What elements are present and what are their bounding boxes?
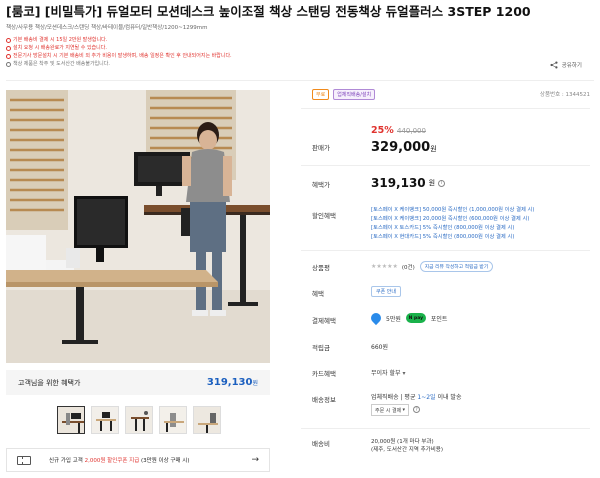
thumbnail[interactable] (193, 406, 221, 434)
product-number: 상품번호 : 1344521 (539, 92, 590, 98)
shipping-fee-label: 배송비 (312, 440, 330, 448)
benefit-price: 319,130 원 i (371, 176, 446, 190)
divider (6, 80, 594, 81)
divider (301, 428, 590, 429)
delivery-info: 업체직배송 | 평균 1~2일 이내 발송 (371, 394, 462, 401)
notice-item: 설치 요청 시 배송완료가 지연될 수 있습니다. (6, 44, 232, 52)
write-review-button[interactable]: 지금 리뷰 작성하고 적립금 받기 (419, 261, 494, 272)
alert-icon (6, 61, 11, 67)
shipping-fee: 20,000원 (1개 마다 부과) (제주, 도서산간 지역 추가비용) (371, 439, 444, 453)
star-icon: ★★★★★ (371, 263, 398, 270)
payment-benefit-label: 결제혜택 (312, 317, 336, 325)
sale-price-label: 판매가 (312, 144, 330, 152)
card-discount-item[interactable]: [토스페이 X 현대카드] 5% 즉시할인 (800,000원 이상 결제 시) (371, 233, 534, 242)
rating-label: 상품평 (312, 264, 330, 272)
chevron-down-icon: ▾ (402, 370, 406, 377)
help-icon[interactable]: ? (413, 406, 420, 413)
page-title: [룸코] [비밀특가] 듀얼모터 모션데스크 높이조절 책상 스탠딩 전동책상 … (6, 4, 531, 19)
points-label: 적립금 (312, 344, 330, 352)
product-main-image[interactable] (6, 90, 270, 363)
divider (301, 165, 590, 166)
coupon-info-button[interactable]: 쿠폰 안내 (371, 286, 401, 297)
naverpay-logo-icon: N pay (405, 313, 426, 323)
alert-icon (6, 53, 11, 59)
notice-list: 기본 배송비 결제 시 15일 2만원 발생합니다. 설치 요청 시 배송완료가… (6, 36, 232, 68)
discount-rate: 25% (371, 125, 394, 136)
points-value: 660원 (371, 344, 388, 351)
notice-item: 전문기사 방문설치 시 기본 배송비 외 추가 비용이 발생하며, 배송 일정은… (6, 52, 232, 60)
rating: ★★★★★ (0건) 지금 리뷰 작성하고 적립금 받기 (371, 261, 494, 272)
share-button[interactable]: 공유하기 (550, 61, 582, 69)
divider (301, 250, 590, 251)
delivery-label: 배송정보 (312, 396, 336, 404)
thumbnail[interactable] (159, 406, 187, 434)
product-badges: 무료 업체직배송/설치 (312, 89, 376, 100)
card-discount-item[interactable]: [토스페이 X 케이뱅크] 50,000원 즉시할인 (1,000,000원 이… (371, 206, 534, 215)
original-price: 440,000 (397, 127, 426, 135)
payment-benefits: 5만원 N pay 포인트 (368, 310, 447, 326)
divider (301, 108, 590, 109)
alert-icon (6, 37, 11, 43)
share-icon (550, 61, 558, 69)
gallery-benefit-amount: 319,130원 (206, 377, 258, 388)
notice-item: 기본 배송비 결제 시 15일 2만원 발생합니다. (6, 36, 232, 44)
toss-logo-icon (368, 310, 384, 326)
arrow-right-icon: → (251, 455, 259, 465)
thumbnail[interactable] (57, 406, 85, 434)
card-discount-item[interactable]: [토스페이 X 케이뱅크] 20,000원 즉시할인 (600,000원 이상 … (371, 215, 534, 224)
thumbnail[interactable] (91, 406, 119, 434)
card-benefit-label: 카드혜택 (312, 370, 336, 378)
card-discount-list: [토스페이 X 케이뱅크] 50,000원 즉시할인 (1,000,000원 이… (371, 206, 534, 242)
benefit-price-label: 혜택가 (312, 181, 330, 189)
standing-desk-photo (6, 90, 270, 363)
discount-benefit-label: 할인혜택 (312, 212, 336, 220)
thumbnail-strip (57, 406, 221, 434)
breadcrumb[interactable]: 책상/사무용 책상/모션데스크/스탠딩 책상/바테이블/컴퓨터/일반책상/120… (6, 23, 207, 31)
thumbnail[interactable] (125, 406, 153, 434)
new-member-coupon-banner[interactable]: 신규 가입 고객 2,000원 할인쿠폰 지급 (3만원 이상 구매 시) → (6, 448, 270, 472)
shipping-payment-select[interactable]: 주문 시 결제 ▾ (371, 404, 409, 416)
ticket-icon (17, 455, 31, 465)
benefit-label: 혜택 (312, 290, 324, 298)
card-discount-item[interactable]: [토스페이 X 토스카드] 5% 즉시할인 (800,000원 이상 결제 시) (371, 224, 534, 233)
info-icon[interactable]: i (438, 179, 446, 187)
notice-item: 책상 제품은 착주 및 도서산간 배송불가입니다. (6, 60, 232, 68)
chevron-down-icon: ▾ (402, 407, 405, 413)
badge: 업체직배송/설치 (333, 89, 376, 100)
sale-price: 329,000원 (371, 140, 437, 155)
installment-dropdown[interactable]: 무이자 할부 ▾ (371, 368, 406, 377)
alert-icon (6, 45, 11, 51)
badge: 무료 (312, 89, 330, 100)
gallery-benefit-box: 고객님을 위한 혜택가 319,130원 (6, 370, 270, 395)
review-count[interactable]: (0건) (402, 263, 415, 271)
